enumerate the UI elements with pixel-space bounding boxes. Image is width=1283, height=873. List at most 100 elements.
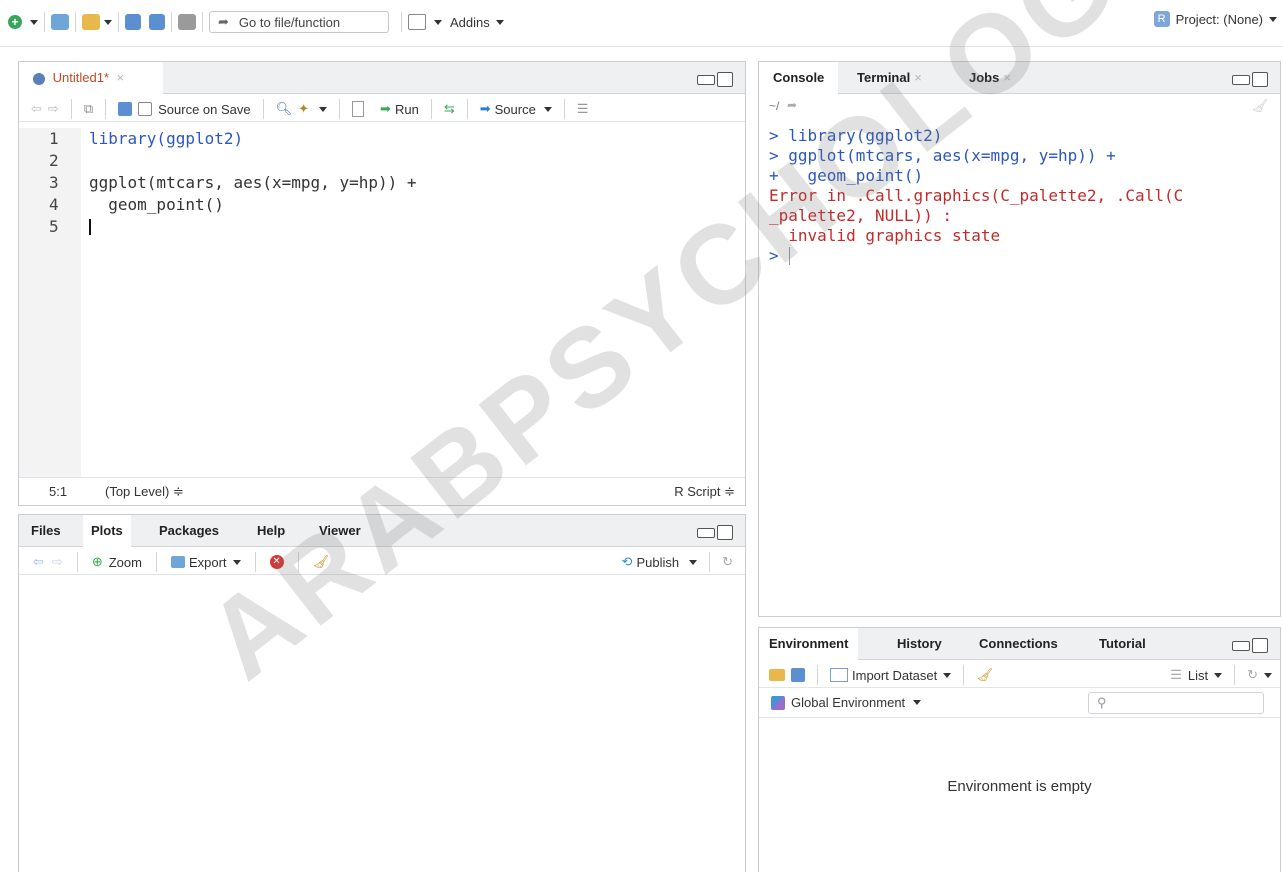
open-file-dropdown-icon[interactable] [104,19,112,25]
outline-icon[interactable]: ☰ [577,101,589,117]
minimize-icon[interactable] [1232,640,1250,651]
publish-button[interactable]: ⟲ Publish [622,554,698,570]
refresh-icon[interactable]: ↻ [722,554,733,570]
tab-console[interactable]: Console [759,62,839,94]
rerun-icon[interactable]: ⇆ [444,101,455,117]
project-menu[interactable]: R Project: (None) [1153,11,1277,27]
source-on-save-label: Source on Save [158,101,251,117]
back-icon[interactable]: ⇦ [31,101,42,117]
maximize-icon[interactable] [717,72,733,88]
source-label: Source [494,101,536,117]
maximize-icon[interactable] [1252,72,1268,88]
goto-file-function-input[interactable]: ➦ Go to file/function [209,11,389,33]
show-in-window-icon[interactable]: ⧉ [84,101,93,117]
find-icon[interactable]: 🔍︎ [276,101,293,117]
console-prompt-line[interactable]: > [769,246,1274,266]
go-to-directory-icon[interactable]: ➦ [787,98,797,112]
source-arrow-icon: ➡ [479,101,491,116]
tab-plots[interactable]: Plots [83,515,131,547]
addins-label: Addins [450,14,490,30]
source-dropdown-icon [543,106,552,112]
refresh-environment-icon[interactable]: ↻ [1247,667,1258,683]
scope-label: Global Environment [791,695,906,710]
console-prompt: > [769,246,779,265]
maximize-icon[interactable] [1252,638,1268,654]
project-dropdown-icon [1269,16,1277,22]
line-number: 4 [49,195,59,214]
save-all-icon[interactable] [149,14,165,30]
addins-button[interactable]: Addins [450,15,504,30]
code-text: geom_point() [89,195,224,214]
open-file-icon[interactable] [82,14,100,30]
code-line: 1 library(ggplot2) [19,128,719,150]
refresh-dropdown-icon[interactable] [1264,672,1272,678]
tab-untitled1[interactable]: Untitled1* × [19,62,163,94]
project-label: Project: (None) [1175,11,1263,27]
load-workspace-icon[interactable] [769,669,785,681]
console-output[interactable]: > library(ggplot2) > ggplot(mtcars, aes(… [769,126,1274,266]
maximize-icon[interactable] [717,525,733,541]
previous-plot-icon[interactable]: ⇦ [33,554,44,570]
minimize-icon[interactable] [697,527,715,538]
console-line: > library(ggplot2) [769,126,943,145]
console-cursor [788,247,790,265]
print-icon[interactable] [178,14,196,30]
environment-search-input[interactable]: ⚲ [1088,692,1264,714]
working-directory[interactable]: ~/ [769,99,779,113]
new-file-icon[interactable]: + [8,15,22,29]
search-icon: ⚲ [1097,695,1107,710]
minimize-icon[interactable] [1232,74,1250,85]
console-error-line: invalid graphics state [769,226,1001,245]
source-button[interactable]: ➡ Source [480,101,552,117]
remove-plot-icon[interactable]: ✕ [269,555,284,569]
tab-history[interactable]: History [897,628,942,660]
environment-scope-selector[interactable]: Global Environment [771,695,922,710]
tab-terminal[interactable]: Terminal × [857,62,922,94]
close-jobs-icon[interactable]: × [1003,70,1011,85]
save-icon[interactable] [125,14,141,30]
tab-viewer[interactable]: Viewer [319,515,361,547]
files-tabstrip: Files Plots Packages Help Viewer [19,515,745,547]
close-tab-icon[interactable]: × [117,70,125,85]
jobs-label: Jobs [969,70,1000,85]
export-button[interactable]: Export [170,555,241,570]
tab-environment[interactable]: Environment [759,628,859,660]
minimize-icon[interactable] [697,74,715,85]
code-tools-dropdown-icon[interactable] [319,106,328,112]
publish-label: Publish [636,554,680,570]
tab-files[interactable]: Files [31,515,61,547]
console-error-line: Error in .Call.graphics(C_palette2, .Cal… [769,186,1184,205]
new-project-icon[interactable] [51,14,69,30]
line-number: 3 [49,173,59,192]
scope-selector[interactable]: (Top Level) ≑ [105,478,184,505]
zoom-icon: ⊕ [91,554,103,569]
close-terminal-icon[interactable]: × [914,70,922,85]
clear-plots-broom-icon[interactable]: 🧹︎ [313,554,330,570]
tab-packages[interactable]: Packages [159,515,219,547]
next-plot-icon[interactable]: ⇨ [52,554,63,570]
source-on-save-checkbox[interactable] [138,102,153,116]
export-icon [170,556,185,568]
grid-layout-icon[interactable] [408,14,426,30]
tab-tutorial[interactable]: Tutorial [1099,628,1146,660]
save-file-icon[interactable] [118,102,133,116]
compile-report-icon[interactable] [352,101,365,117]
code-editor[interactable]: 1 library(ggplot2) 2 3 ggplot(mtcars, ae… [19,122,745,478]
addins-dropdown-icon [495,19,504,25]
zoom-button[interactable]: ⊕ Zoom [92,554,142,570]
view-mode-selector[interactable]: List [1188,668,1223,683]
clear-environment-broom-icon[interactable]: 🧹︎ [976,667,993,683]
tab-help[interactable]: Help [257,515,285,547]
goto-placeholder: Go to file/function [238,14,341,30]
tab-jobs[interactable]: Jobs × [969,62,1011,94]
run-button[interactable]: ➡ Run [380,101,419,117]
tab-connections[interactable]: Connections [979,628,1058,660]
save-workspace-icon[interactable] [791,668,805,682]
new-file-dropdown-icon[interactable] [30,19,38,25]
import-dataset-button[interactable]: Import Dataset [830,668,952,683]
code-tools-wand-icon[interactable]: ✦ [298,101,309,117]
forward-icon[interactable]: ⇨ [48,101,59,117]
layout-dropdown-icon[interactable] [434,19,442,25]
clear-console-broom-icon[interactable]: 🧹︎ [1251,98,1268,114]
file-type-selector[interactable]: R Script ≑ [674,478,735,505]
